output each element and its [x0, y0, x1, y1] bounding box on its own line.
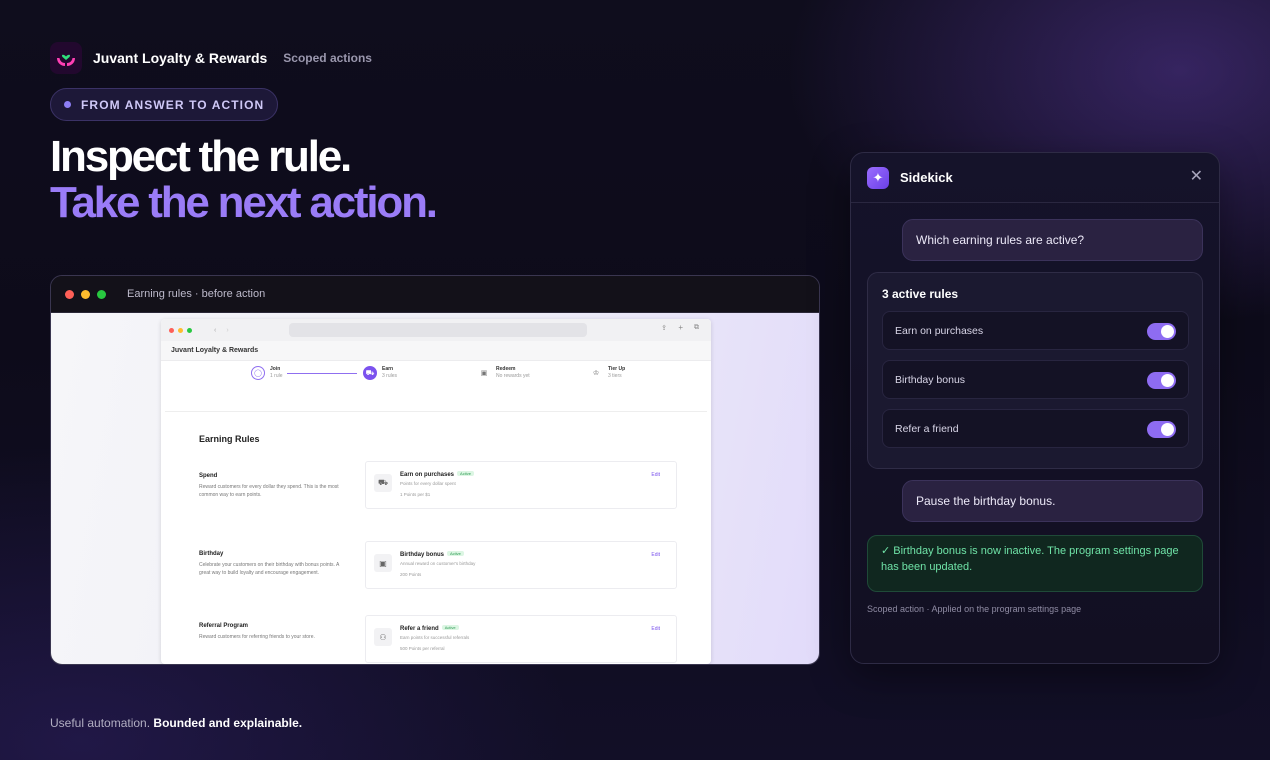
edit-link[interactable]: Edit	[651, 626, 660, 632]
preview-titlebar: Earning rules · before action	[51, 276, 819, 313]
step-redeem: ▣ Redeem No rewards yet	[477, 366, 530, 380]
section-title-birthday: Birthday	[199, 551, 224, 557]
user-message-question: Which earning rules are active?	[902, 219, 1203, 261]
preview-window-title: Earning rules · before action	[127, 288, 266, 300]
sidekick-title: Sidekick	[900, 170, 953, 185]
status-badge: Active	[441, 625, 459, 630]
section-desc-birthday: Celebrate your customers on their birthd…	[199, 562, 340, 576]
cart-icon: ⛟	[374, 474, 392, 492]
active-rules-title: 3 active rules	[882, 287, 959, 301]
inner-minimize-dot-icon	[178, 327, 183, 333]
inner-app-title: Juvant Loyalty & Rewards	[171, 347, 259, 354]
sidekick-panel: ✦ Sidekick ✕ Which earning rules are act…	[850, 152, 1220, 664]
headline-line-1: Inspect the rule.	[50, 132, 352, 181]
edit-link[interactable]: Edit	[651, 552, 660, 558]
scoped-action-footer: Scoped action · Applied on the program s…	[867, 604, 1082, 614]
section-title-spend: Spend	[199, 473, 218, 479]
section-desc-referral: Reward customers for referring friends t…	[199, 634, 315, 640]
rule-row-birthday-bonus: Birthday bonus	[882, 360, 1189, 399]
close-icon[interactable]: ✕	[1190, 167, 1203, 187]
sidekick-header: ✦ Sidekick ✕	[851, 153, 1219, 203]
close-dot-icon	[65, 289, 74, 299]
share-icon: ⇪	[661, 325, 667, 332]
section-desc-spend: Reward customers for every dollar they s…	[199, 484, 339, 498]
rule-row-refer-a-friend: Refer a friend	[882, 409, 1189, 448]
inner-url-bar	[289, 323, 587, 337]
status-badge: Active	[457, 471, 474, 476]
heart-hands-icon	[50, 42, 82, 74]
maximize-dot-icon	[97, 289, 106, 299]
inner-screenshot: ‹ › ⇪ + ⧉ Juvant Loyalty & Rewards ◯ Joi…	[161, 319, 711, 664]
tabs-icon: ⧉	[694, 324, 699, 331]
step-tier-up: ♔ Tier Up 3 tiers	[589, 366, 625, 380]
inner-app-header: Juvant Loyalty & Rewards	[161, 341, 711, 361]
gift-icon: ▣	[374, 554, 392, 572]
step-earn: ⛟ Earn 3 rules	[363, 366, 397, 380]
divider	[165, 411, 707, 412]
trophy-icon: ♔	[592, 370, 600, 377]
back-chevron-icon: ‹	[214, 326, 217, 334]
gift-icon: ▣	[480, 370, 488, 377]
pill-label: FROM ANSWER TO ACTION	[81, 97, 265, 112]
rule-row-earn-on-purchases: Earn on purchases	[882, 311, 1189, 350]
user-icon: ◯	[251, 366, 265, 380]
brand-tag: Scoped actions	[283, 51, 372, 65]
minimize-dot-icon	[81, 289, 90, 299]
toggle-switch[interactable]	[1147, 421, 1176, 438]
rule-card-spend: ⛟ Earn on purchases Active Points for eve…	[365, 461, 677, 509]
user-message-command: Pause the birthday bonus.	[902, 480, 1203, 522]
preview-viewport: ‹ › ⇪ + ⧉ Juvant Loyalty & Rewards ◯ Joi…	[51, 313, 819, 664]
success-message: ✓ Birthday bonus is now inactive. The pr…	[867, 535, 1203, 592]
inner-maximize-dot-icon	[187, 327, 192, 333]
toggle-switch[interactable]	[1147, 323, 1176, 340]
headline-line-2: Take the next action.	[50, 178, 438, 227]
users-icon: ⚇	[374, 628, 392, 646]
rule-card-birthday: ▣ Birthday bonus Active Annual reward on …	[365, 541, 677, 589]
sparkle-icon: ✦	[867, 166, 889, 189]
forward-chevron-icon: ›	[226, 326, 229, 334]
brand-header: Juvant Loyalty & Rewards Scoped actions	[50, 42, 372, 74]
earning-rules-heading: Earning Rules	[199, 434, 260, 444]
section-title-referral: Referral Program	[199, 623, 249, 629]
inner-close-dot-icon	[169, 327, 174, 333]
edit-link[interactable]: Edit	[651, 472, 660, 478]
active-rules-card: 3 active rules Earn on purchases Birthda…	[867, 272, 1203, 469]
toggle-switch[interactable]	[1147, 372, 1176, 389]
brand-name: Juvant Loyalty & Rewards	[93, 50, 268, 66]
status-badge: Active	[447, 551, 464, 556]
step-join: ◯ Join 1 rule	[251, 366, 283, 380]
rule-card-referral: ⚇ Refer a friend Active Earn points for s…	[365, 615, 677, 663]
tagline: Useful automation. Bounded and explainab…	[50, 716, 303, 730]
inner-browser-chrome: ‹ › ⇪ + ⧉	[161, 319, 711, 341]
browser-preview: Earning rules · before action ‹ › ⇪ + ⧉ …	[50, 275, 820, 665]
dot-icon	[64, 101, 71, 108]
cart-icon: ⛟	[363, 366, 377, 380]
section-pill: FROM ANSWER TO ACTION	[50, 88, 279, 121]
new-tab-icon: +	[678, 323, 683, 332]
progress-line	[287, 373, 357, 374]
